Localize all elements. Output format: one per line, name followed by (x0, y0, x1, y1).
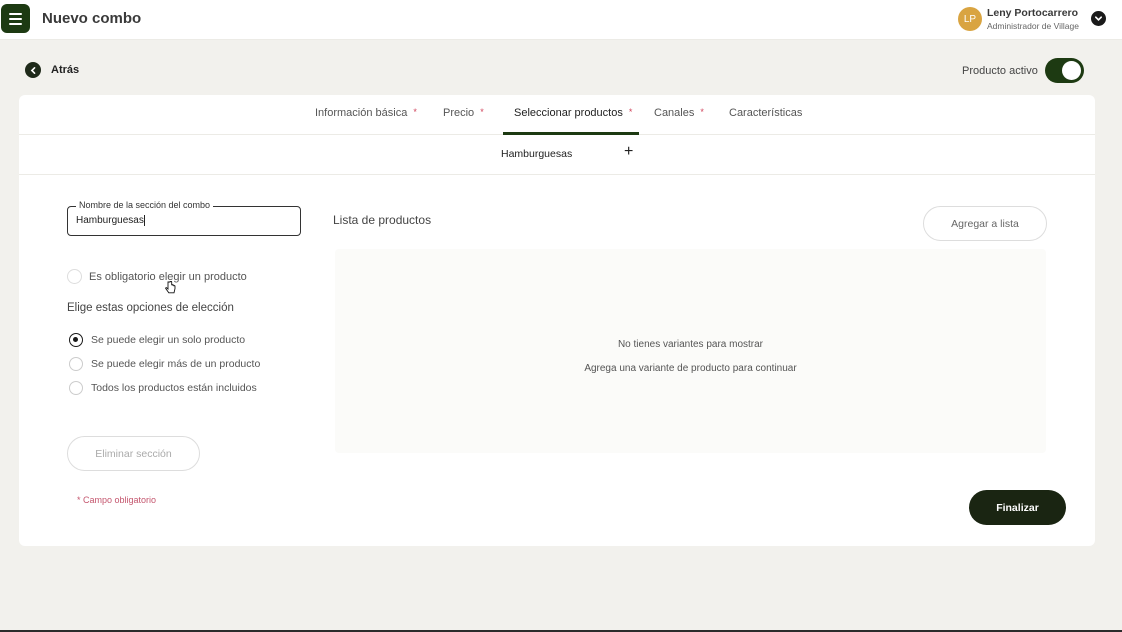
tab-informacion-basica[interactable]: Información básica * (315, 107, 417, 119)
chevron-left-icon (25, 62, 41, 78)
user-role: Administrador de Village (987, 21, 1079, 31)
radio-single-product[interactable] (69, 333, 83, 347)
mandatory-checkbox-row[interactable]: Es obligatorio elegir un producto (67, 269, 247, 284)
user-name: Leny Portocarrero (987, 7, 1079, 19)
tab-seleccionar-productos[interactable]: Seleccionar productos * (514, 107, 632, 119)
choice-options-title: Elige estas opciones de elección (67, 302, 234, 314)
product-active-toggle[interactable] (1045, 58, 1084, 83)
section-name-field[interactable]: Nombre de la sección del combo Hamburgue… (67, 200, 301, 236)
back-label: Atrás (51, 64, 80, 76)
chevron-down-icon[interactable] (1091, 11, 1106, 26)
section-tab-hamburguesas[interactable]: Hamburguesas (501, 148, 572, 160)
tabs-bar: Información básica * Precio * Seleccionar … (19, 95, 1095, 135)
option-label: Se puede elegir un solo producto (91, 334, 246, 346)
tab-canales[interactable]: Canales * (654, 107, 704, 119)
hamburger-menu-icon[interactable] (1, 4, 30, 33)
product-active-label: Producto activo (962, 65, 1038, 77)
required-field-note: * Campo obligatorio (77, 495, 157, 505)
sections-bar: Hamburguesas + (19, 135, 1095, 175)
option-label: Se puede elegir más de un producto (91, 358, 261, 370)
page-title: Nuevo combo (42, 10, 142, 27)
add-section-plus-icon[interactable]: + (624, 144, 633, 160)
tab-precio[interactable]: Precio * (443, 107, 484, 119)
radio-all-included[interactable] (69, 381, 83, 395)
add-to-list-button[interactable]: Agregar a lista (923, 206, 1047, 241)
empty-state-subtitle: Agrega una variante de producto para con… (584, 363, 797, 374)
empty-state-title: No tienes variantes para mostrar (617, 339, 764, 350)
tab-caracteristicas[interactable]: Características (729, 107, 802, 119)
delete-section-button[interactable]: Eliminar sección (67, 436, 200, 471)
finish-button[interactable]: Finalizar (969, 490, 1066, 525)
avatar[interactable]: LP (958, 7, 982, 31)
top-bar: Nuevo combo LP Leny Portocarrero Adminis… (0, 0, 1122, 40)
option-label: Todos los productos están incluidos (91, 382, 257, 394)
option-all-included[interactable]: Todos los productos están incluidos (69, 381, 257, 395)
option-single-product[interactable]: Se puede elegir un solo producto (69, 333, 245, 347)
radio-multiple-products[interactable] (69, 357, 83, 371)
option-multiple-products[interactable]: Se puede elegir más de un producto (69, 357, 260, 371)
section-name-input[interactable]: Hamburguesas (76, 215, 286, 226)
hand-cursor-icon (165, 281, 176, 294)
back-button[interactable]: Atrás (25, 62, 79, 78)
mandatory-checkbox[interactable] (67, 269, 82, 284)
section-name-legend: Nombre de la sección del combo (76, 200, 214, 210)
combo-card: Información básica * Precio * Seleccionar … (19, 95, 1095, 546)
product-list-empty-state: No tienes variantes para mostrar Agrega … (335, 249, 1046, 453)
product-list-title: Lista de productos (333, 213, 432, 227)
